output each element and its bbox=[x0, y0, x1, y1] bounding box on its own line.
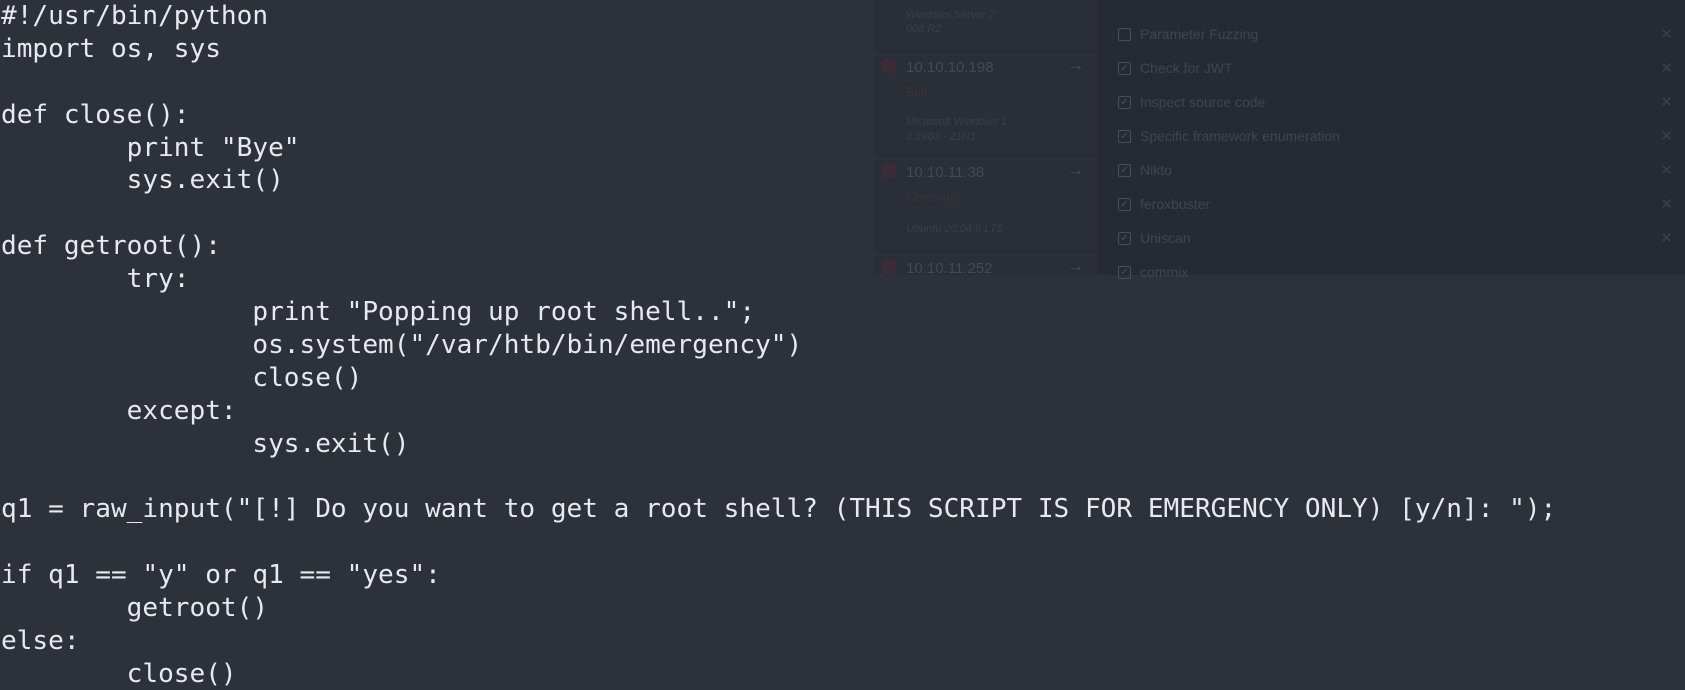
code-line: os.system("/var/htb/bin/emergency") bbox=[1, 329, 803, 360]
code-line: close() bbox=[1, 362, 363, 393]
code-line: #!/usr/bin/python bbox=[1, 1, 269, 31]
code-line: def getroot(): bbox=[1, 231, 221, 262]
close-icon[interactable]: ✕ bbox=[1660, 161, 1673, 179]
code-line: close() bbox=[1, 658, 237, 689]
terminal-output[interactable]: #!/usr/bin/python import os, sys def close… bbox=[1, 0, 1556, 690]
code-line: def close(): bbox=[1, 99, 190, 130]
code-line: import os, sys bbox=[1, 33, 221, 64]
close-icon[interactable]: ✕ bbox=[1660, 93, 1673, 111]
close-icon[interactable]: ✕ bbox=[1660, 59, 1673, 77]
code-line: getroot() bbox=[1, 593, 269, 624]
close-icon[interactable]: ✕ bbox=[1660, 229, 1673, 247]
code-line: q1 = raw_input("[!] Do you want to get a… bbox=[1, 494, 1557, 525]
code-line: try: bbox=[1, 264, 190, 295]
code-line: except: bbox=[1, 395, 237, 426]
close-icon[interactable]: ✕ bbox=[1660, 195, 1673, 213]
code-line: print "Bye" bbox=[1, 132, 300, 163]
close-icon[interactable]: ✕ bbox=[1660, 25, 1673, 43]
close-icon[interactable]: ✕ bbox=[1660, 127, 1673, 145]
code-line: print "Popping up root shell.."; bbox=[1, 297, 756, 328]
code-line: else: bbox=[1, 625, 80, 656]
code-line: sys.exit() bbox=[1, 428, 410, 459]
code-line: if q1 == "y" or q1 == "yes": bbox=[1, 560, 441, 591]
code-line: sys.exit() bbox=[1, 165, 284, 196]
